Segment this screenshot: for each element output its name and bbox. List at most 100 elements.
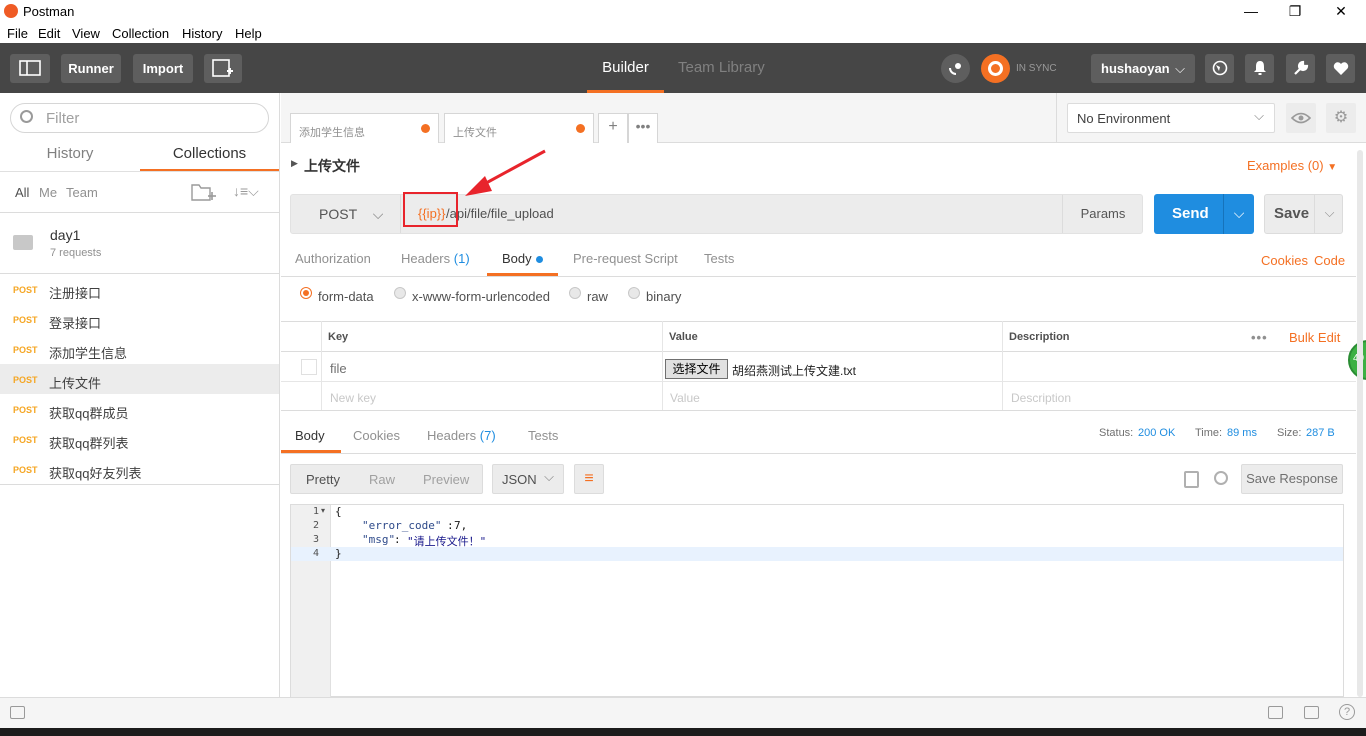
- status-label: Status:: [1099, 427, 1134, 439]
- radio-binary[interactable]: [628, 287, 640, 299]
- import-button[interactable]: Import: [133, 54, 193, 83]
- send-options-chevron-icon[interactable]: ⌵: [1224, 194, 1254, 234]
- collection-item-day1[interactable]: [0, 213, 279, 273]
- view-raw[interactable]: Raw: [369, 472, 395, 487]
- wrap-lines-icon[interactable]: ≡: [574, 464, 604, 494]
- view-preview[interactable]: Preview: [423, 472, 469, 487]
- caret-right-icon[interactable]: ▶: [291, 158, 298, 169]
- request-item[interactable]: [0, 335, 279, 365]
- os-taskbar: [0, 728, 1366, 736]
- help-icon[interactable]: ?: [1339, 704, 1355, 720]
- save-options-chevron-icon[interactable]: ⌵: [1316, 195, 1343, 233]
- line-number: 1: [312, 506, 319, 517]
- params-button[interactable]: Params: [1062, 195, 1143, 233]
- filter-team[interactable]: Team: [66, 185, 98, 200]
- request-item[interactable]: [0, 425, 279, 455]
- new-tab-icon[interactable]: [204, 54, 242, 83]
- menu-edit[interactable]: Edit: [38, 26, 60, 41]
- request-item[interactable]: [0, 395, 279, 425]
- menu-help[interactable]: Help: [235, 26, 262, 41]
- response-tab-tests[interactable]: Tests: [528, 428, 558, 443]
- tab-prerequest-script[interactable]: Pre-request Script: [573, 251, 678, 266]
- new-description-input[interactable]: Description: [1011, 391, 1071, 405]
- nav-team-library[interactable]: Team Library: [678, 43, 765, 93]
- console-icon[interactable]: [10, 706, 25, 719]
- interceptor-satellite-icon[interactable]: [941, 54, 970, 83]
- filter-all[interactable]: All: [15, 185, 29, 200]
- nav-builder[interactable]: Builder: [587, 43, 664, 93]
- settings-wrench-icon[interactable]: [1286, 54, 1315, 83]
- tab-collections[interactable]: Collections: [140, 140, 279, 172]
- eye-icon[interactable]: [1286, 103, 1316, 133]
- filter-me[interactable]: Me: [39, 185, 57, 200]
- new-value-input[interactable]: Value: [670, 391, 700, 405]
- menu-collection[interactable]: Collection: [112, 26, 169, 41]
- format-select[interactable]: JSON ⌵: [492, 464, 564, 494]
- request-item-active[interactable]: [0, 364, 279, 394]
- code-brace-close: }: [335, 547, 342, 560]
- close-button[interactable]: ✕: [1318, 0, 1364, 23]
- tab-body[interactable]: Body: [502, 251, 544, 266]
- size-value[interactable]: 287 B: [1306, 427, 1335, 439]
- fold-caret-icon[interactable]: ▾: [321, 506, 325, 515]
- new-key-input[interactable]: New key: [330, 391, 376, 405]
- request-tab-active[interactable]: 上传文件: [444, 113, 594, 143]
- minimize-button[interactable]: —: [1228, 0, 1274, 23]
- menu-file[interactable]: File: [7, 26, 28, 41]
- save-response-button[interactable]: Save Response: [1241, 464, 1343, 494]
- collection-name: day1: [50, 227, 81, 243]
- vertical-scrollbar[interactable]: [1357, 150, 1363, 697]
- tab-tests[interactable]: Tests: [704, 251, 734, 266]
- sync-status-icon[interactable]: [981, 54, 1010, 83]
- menu-view[interactable]: View: [72, 26, 100, 41]
- radio-urlencoded[interactable]: [394, 287, 406, 299]
- code-brace-open: {: [335, 505, 342, 518]
- annotation-arrow-icon: [465, 149, 546, 196]
- line-number: 3: [312, 534, 319, 545]
- menu-history[interactable]: History: [182, 26, 222, 41]
- environment-select[interactable]: No Environment ⌵: [1067, 103, 1275, 133]
- response-tab-body[interactable]: Body: [295, 428, 325, 443]
- maximize-button[interactable]: ❐: [1272, 0, 1318, 23]
- method-badge: POST: [13, 405, 38, 415]
- globe-icon[interactable]: [1205, 54, 1234, 83]
- tab-history[interactable]: History: [0, 140, 140, 172]
- new-collection-icon[interactable]: [191, 182, 217, 202]
- request-item[interactable]: [0, 275, 279, 305]
- examples-dropdown[interactable]: Examples (0) ▼: [1247, 158, 1337, 173]
- heart-icon[interactable]: [1326, 54, 1355, 83]
- radio-raw[interactable]: [569, 287, 581, 299]
- request-item[interactable]: [0, 305, 279, 335]
- tab-authorization[interactable]: Authorization: [295, 251, 371, 266]
- sort-icon[interactable]: ↓≡⌵: [233, 183, 263, 201]
- choose-file-button[interactable]: 选择文件: [665, 359, 728, 379]
- row-key[interactable]: file: [330, 361, 347, 376]
- time-value[interactable]: 89 ms: [1227, 427, 1257, 439]
- response-tab-headers[interactable]: Headers (7): [427, 428, 496, 443]
- code-link[interactable]: Code: [1314, 253, 1345, 268]
- status-bar: [0, 697, 1366, 728]
- search-icon[interactable]: [1214, 471, 1228, 485]
- request-tab[interactable]: 添加学生信息: [290, 113, 439, 143]
- status-value[interactable]: 200 OK: [1138, 427, 1175, 439]
- view-pretty[interactable]: Pretty: [306, 472, 340, 487]
- gear-icon[interactable]: ⚙: [1326, 103, 1356, 133]
- row-checkbox[interactable]: [301, 359, 317, 375]
- tab-headers[interactable]: Headers (1): [401, 251, 470, 266]
- two-pane-view-icon[interactable]: [1268, 706, 1283, 719]
- method-select[interactable]: POST ⌵: [319, 206, 383, 223]
- request-name: 获取qq好友列表: [49, 466, 142, 481]
- copy-icon[interactable]: [1184, 471, 1199, 488]
- response-tab-cookies[interactable]: Cookies: [353, 428, 400, 443]
- more-options-icon[interactable]: •••: [1251, 330, 1268, 345]
- add-tab-icon[interactable]: +: [598, 113, 628, 143]
- radio-form-data[interactable]: [300, 287, 312, 299]
- user-dropdown[interactable]: hushaoyan ⌵: [1091, 54, 1195, 83]
- sidebar-toggle-icon[interactable]: [10, 54, 50, 83]
- cookies-link[interactable]: Cookies: [1261, 253, 1308, 268]
- keyboard-shortcuts-icon[interactable]: [1304, 706, 1319, 719]
- runner-button[interactable]: Runner: [61, 54, 121, 83]
- notifications-bell-icon[interactable]: [1245, 54, 1274, 83]
- bulk-edit-link[interactable]: Bulk Edit: [1289, 330, 1340, 345]
- more-tabs-icon[interactable]: •••: [628, 113, 658, 143]
